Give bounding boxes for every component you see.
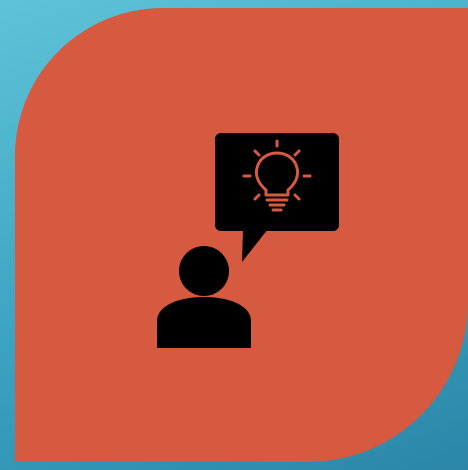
- user-icon: [157, 246, 251, 348]
- person-with-idea-icon: [157, 133, 339, 348]
- icon-canvas: [0, 0, 468, 470]
